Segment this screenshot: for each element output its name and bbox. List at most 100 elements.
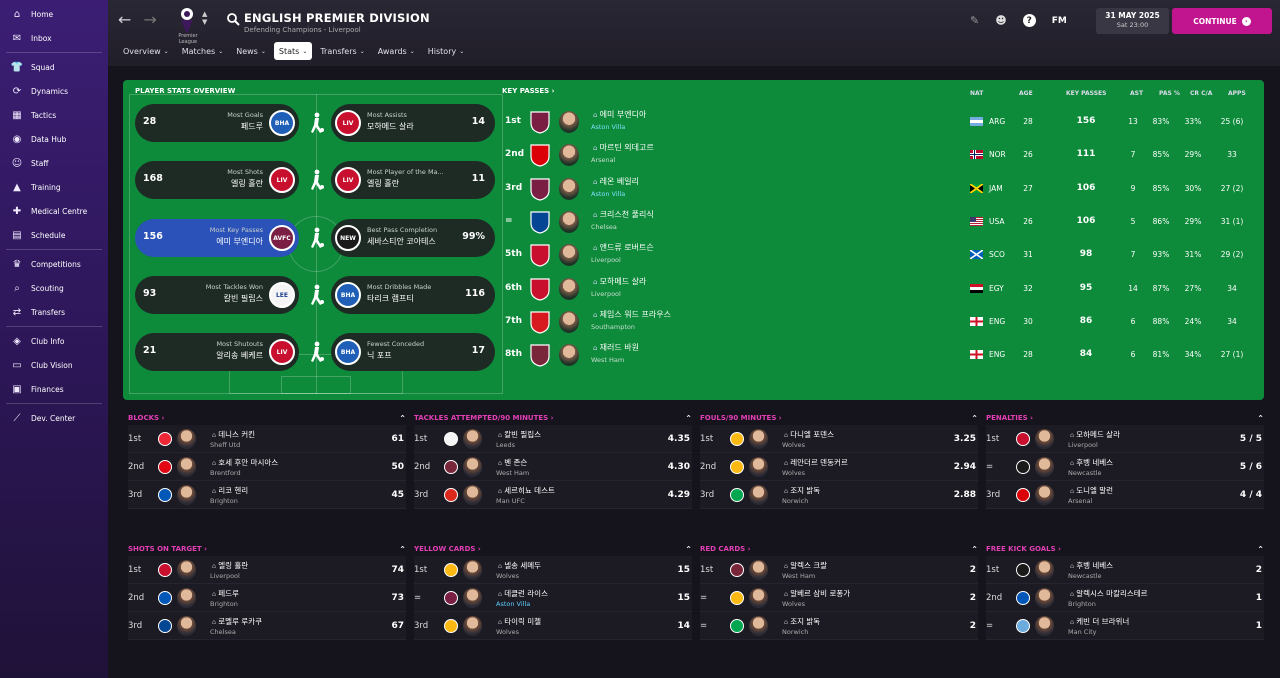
panel-row[interactable]: 1st 후벵 네베스Newcastle 2 <box>986 556 1264 584</box>
player-name[interactable]: 후벵 네베스 <box>1070 457 1113 468</box>
sidebar-item-training[interactable]: ▲ Training <box>0 175 108 199</box>
key-passes-row[interactable]: 6th 모하메드 살라 Liverpool EGY 32 95 14 87% 27% 34 <box>501 272 1261 305</box>
collapse-icon[interactable]: ⌃ <box>971 545 978 554</box>
player-name[interactable]: 앤드류 로버트슨 <box>593 242 654 253</box>
player-name[interactable]: 다니엘 포덴스 <box>784 429 834 440</box>
collapse-icon[interactable]: ⌃ <box>1257 545 1264 554</box>
stat-pill-left[interactable]: 28 Most Goals 페드루 BHA <box>135 104 299 142</box>
panel-title[interactable]: YELLOW CARDS › ⌃ <box>414 542 692 556</box>
panel-row[interactable]: 3rd 세르히뇨 데스트Man UFC 4.29 <box>414 481 692 509</box>
header-ast[interactable]: AST <box>1130 90 1143 97</box>
header-nat[interactable]: NAT <box>970 90 983 97</box>
player-name[interactable]: 알베르 삼비 로퐁가 <box>784 588 850 599</box>
panel-title[interactable]: RED CARDS › ⌃ <box>700 542 978 556</box>
player-name[interactable]: 마르틴 외데고르 <box>593 142 654 153</box>
tab-transfers[interactable]: Transfers ⌄ <box>315 42 369 60</box>
sidebar-item-squad[interactable]: 👕 Squad <box>0 55 108 79</box>
player-name[interactable]: 데클런 라이스 <box>498 588 548 599</box>
key-passes-row[interactable]: 5th 앤드류 로버트슨 Liverpool SCO 31 98 7 93% 31% 29 (2) <box>501 238 1261 271</box>
key-passes-row[interactable]: = 크리스천 풀리식 Chelsea USA 26 106 5 86% 29% 31 (1) <box>501 205 1261 238</box>
panel-row[interactable]: 3rd 도니엘 말런Arsenal 4 / 4 <box>986 481 1264 509</box>
stat-pill-left[interactable]: 168 Most Shots 엘링 홀란 LIV <box>135 161 299 199</box>
tab-awards[interactable]: Awards ⌄ <box>373 42 420 60</box>
sidebar-item-medical-centre[interactable]: ✚ Medical Centre <box>0 199 108 223</box>
help-icon[interactable]: ? <box>1022 14 1036 27</box>
key-passes-title[interactable]: KEY PASSES › <box>502 87 555 95</box>
panel-title[interactable]: TACKLES ATTEMPTED/90 MINUTES › ⌃ <box>414 411 692 425</box>
player-name[interactable]: 조지 밝독 <box>784 616 820 627</box>
player-name[interactable]: 후벵 네베스 <box>1070 560 1113 571</box>
player-name[interactable]: 모하메드 살라 <box>593 276 647 287</box>
panel-row[interactable]: 3rd 리코 헨리Brighton 45 <box>128 481 406 509</box>
sidebar-item-staff[interactable]: ☺ Staff <box>0 151 108 175</box>
player-name[interactable]: 크리스천 풀리식 <box>593 209 654 220</box>
panel-row[interactable]: = 후벵 네베스Newcastle 5 / 6 <box>986 453 1264 481</box>
player-club[interactable]: Aston Villa <box>591 123 625 131</box>
back-arrow-icon[interactable]: ← <box>118 10 131 29</box>
panel-row[interactable]: 2nd 레안더르 덴동커르Wolves 2.94 <box>700 453 978 481</box>
collapse-icon[interactable]: ⌃ <box>399 545 406 554</box>
stat-pill-right[interactable]: 14 Most Assists 모하메드 살라 LIV <box>331 104 495 142</box>
player-name[interactable]: 데니스 커킨 <box>212 429 255 440</box>
sidebar-item-data-hub[interactable]: ◉ Data Hub <box>0 127 108 151</box>
panel-title[interactable]: BLOCKS › ⌃ <box>128 411 406 425</box>
collapse-icon[interactable]: ⌃ <box>685 414 692 423</box>
header-apps[interactable]: APPS <box>1228 90 1246 97</box>
player-club[interactable]: Aston Villa <box>591 190 625 198</box>
edit-icon[interactable]: ✎ <box>970 14 979 27</box>
panel-row[interactable]: 3rd 타이릭 미첼Wolves 14 <box>414 612 692 640</box>
continue-button[interactable]: CONTINUE › <box>1172 8 1272 34</box>
forward-arrow-icon[interactable]: → <box>143 10 156 29</box>
panel-title[interactable]: FOULS/90 MINUTES › ⌃ <box>700 411 978 425</box>
player-name[interactable]: 알렉시스 마칼리스테르 <box>1070 588 1147 599</box>
face-icon[interactable]: ☻ <box>995 14 1006 27</box>
stat-pill-right[interactable]: 11 Most Player of the Ma... 엘링 홀란 LIV <box>331 161 495 199</box>
panel-row[interactable]: = 조지 밝독Norwich 2 <box>700 612 978 640</box>
player-name[interactable]: 리코 헨리 <box>212 485 248 496</box>
sidebar-item-finances[interactable]: ▣ Finances <box>0 377 108 401</box>
panel-title[interactable]: SHOTS ON TARGET › ⌃ <box>128 542 406 556</box>
tab-overview[interactable]: Overview ⌄ <box>118 42 174 60</box>
panel-row[interactable]: = 케빈 더 브라위너Man City 1 <box>986 612 1264 640</box>
panel-row[interactable]: 1st 알렉스 크랄West Ham 2 <box>700 556 978 584</box>
header-pas[interactable]: PAS % <box>1159 90 1180 97</box>
sidebar-item-club-vision[interactable]: ▭ Club Vision <box>0 353 108 377</box>
player-name[interactable]: 칼빈 필립스 <box>498 429 541 440</box>
key-passes-row[interactable]: 7th 제임스 워드 프라우스 Southampton ENG 30 86 6 88% 24% 3… <box>501 305 1261 338</box>
stat-pill-right[interactable]: 17 Fewest Conceded 닉 포프 BHA <box>331 333 495 371</box>
tab-matches[interactable]: Matches ⌄ <box>177 42 229 60</box>
search-icon[interactable] <box>226 12 240 26</box>
stat-pill-left[interactable]: 156 Most Key Passes 에미 부엔디아 AVFC <box>135 219 299 257</box>
panel-row[interactable]: = 알베르 삼비 로퐁가Wolves 2 <box>700 584 978 612</box>
panel-row[interactable]: 1st 넬송 세메두Wolves 15 <box>414 556 692 584</box>
panel-row[interactable]: 2nd 호세 후안 마시아스Brentford 50 <box>128 453 406 481</box>
collapse-icon[interactable]: ⌃ <box>1257 414 1264 423</box>
player-name[interactable]: 벤 존슨 <box>498 457 527 468</box>
sidebar-item-dev-center[interactable]: ⟋ Dev. Center <box>0 406 108 430</box>
fm-logo[interactable]: FM <box>1052 16 1067 26</box>
player-name[interactable]: 재러드 바원 <box>593 342 639 353</box>
premier-league-logo-icon[interactable] <box>176 6 198 36</box>
player-name[interactable]: 레안더르 덴동커르 <box>784 457 848 468</box>
player-name[interactable]: 케빈 더 브라위너 <box>1070 616 1129 627</box>
player-name[interactable]: 호세 후안 마시아스 <box>212 457 278 468</box>
league-switch-icon[interactable]: ▲ ▼ <box>202 10 207 26</box>
key-passes-row[interactable]: 1st 에미 부엔디아 Aston Villa ARG 28 156 13 83% 33% 25 … <box>501 105 1261 138</box>
player-name[interactable]: 타이릭 미첼 <box>498 616 541 627</box>
tab-news[interactable]: News ⌄ <box>231 42 271 60</box>
player-name[interactable]: 세르히뇨 데스트 <box>498 485 555 496</box>
header-crca[interactable]: CR C/A <box>1190 90 1212 97</box>
player-club[interactable]: Aston Villa <box>496 600 530 608</box>
player-name[interactable]: 레온 베일리 <box>593 176 639 187</box>
player-name[interactable]: 제임스 워드 프라우스 <box>593 309 671 320</box>
sidebar-item-transfers[interactable]: ⇄ Transfers <box>0 300 108 324</box>
header-key-passes[interactable]: KEY PASSES <box>1066 90 1106 97</box>
panel-row[interactable]: = 데클런 라이스Aston Villa 15 <box>414 584 692 612</box>
sidebar-item-scouting[interactable]: ⌕ Scouting <box>0 276 108 300</box>
panel-row[interactable]: 1st 칼빈 필립스Leeds 4.35 <box>414 425 692 453</box>
stat-pill-left[interactable]: 93 Most Tackles Won 칼빈 필립스 LEE <box>135 276 299 314</box>
player-name[interactable]: 알렉스 크랄 <box>784 560 827 571</box>
panel-row[interactable]: 1st 데니스 커킨Sheff Utd 61 <box>128 425 406 453</box>
player-name[interactable]: 조지 밝독 <box>784 485 820 496</box>
sidebar-item-inbox[interactable]: ✉ Inbox <box>0 26 108 50</box>
